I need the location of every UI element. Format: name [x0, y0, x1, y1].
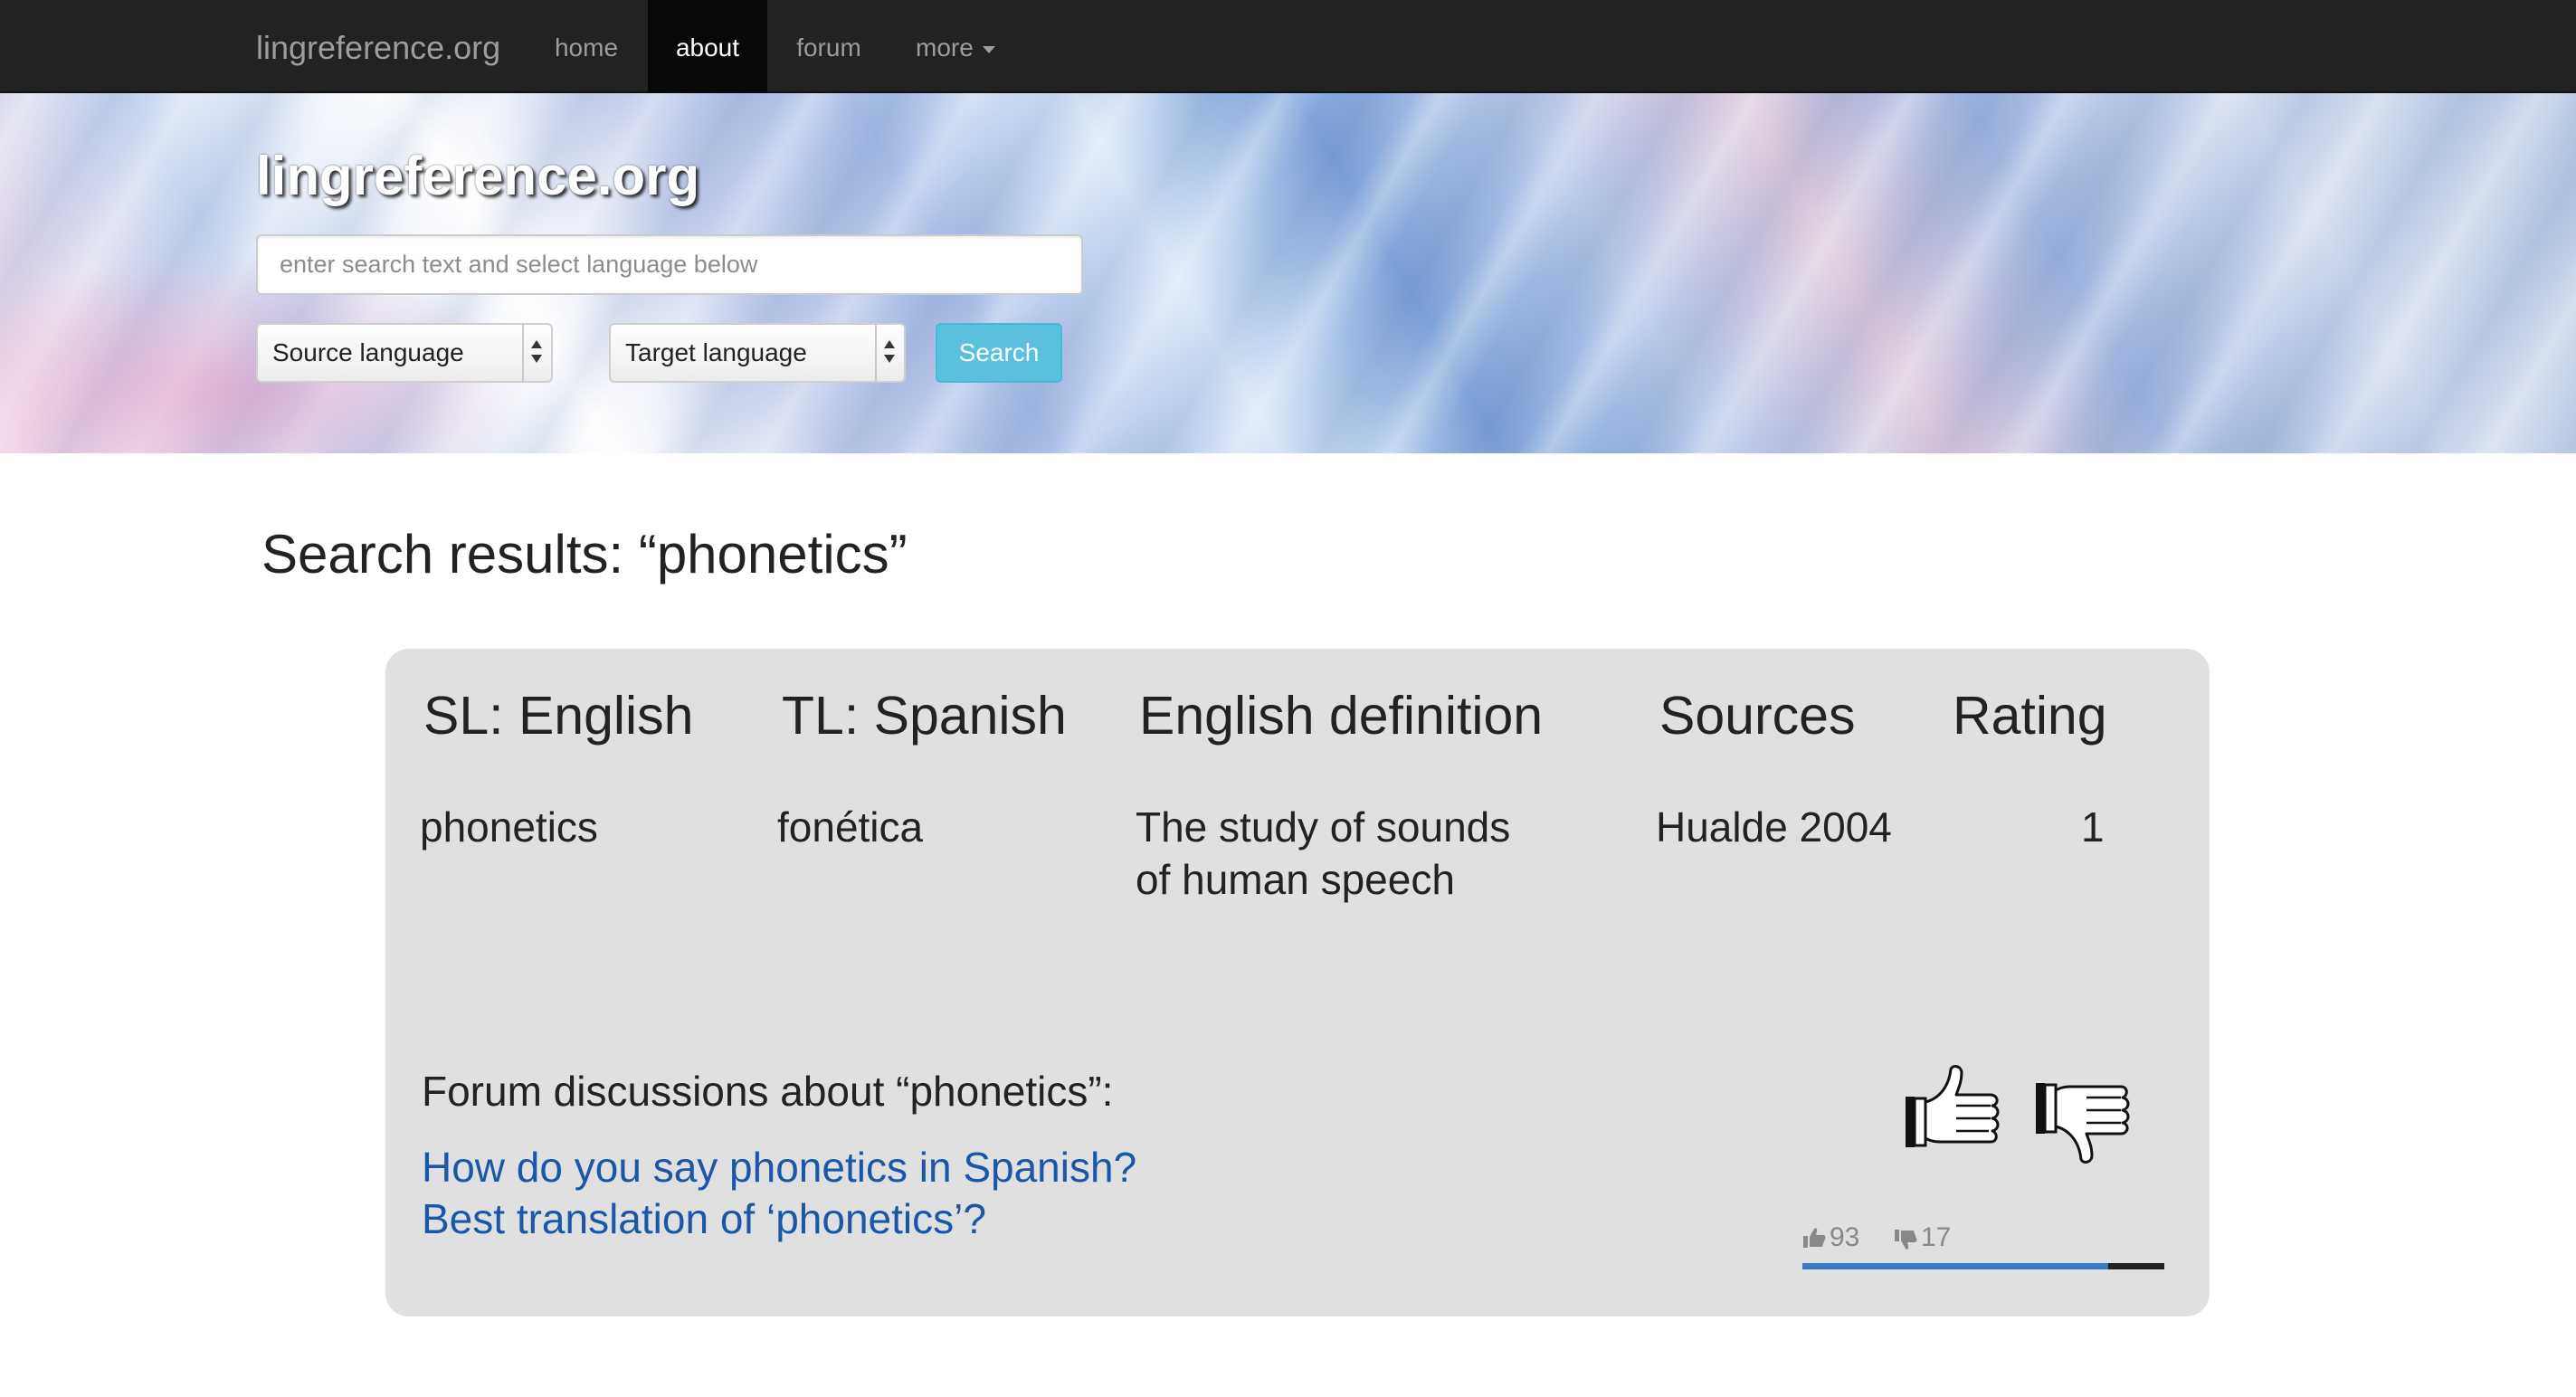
- header-rating: Rating: [1953, 686, 2107, 746]
- nav-about[interactable]: about: [648, 0, 767, 93]
- thumbs-up-icon[interactable]: [1904, 1062, 2008, 1153]
- forum-heading: Forum discussions about “phonetics”:: [422, 1068, 1114, 1115]
- results-title: Search results: “phonetics”: [261, 524, 908, 584]
- small-thumbs-down-icon: [1895, 1230, 1917, 1250]
- cell-source-term: phonetics: [420, 803, 598, 851]
- cell-target-term: fonética: [777, 803, 924, 851]
- nav-more-dropdown[interactable]: more: [899, 0, 1017, 93]
- nav-home[interactable]: home: [533, 0, 640, 93]
- forum-link[interactable]: Best translation of ‘phonetics’?: [422, 1194, 986, 1243]
- vote-ratio-fill: [1802, 1263, 2108, 1269]
- select-divider: [522, 325, 524, 381]
- vote-ratio-bar: [1802, 1263, 2164, 1269]
- downvote-value: 17: [1921, 1222, 1952, 1252]
- nav-forum[interactable]: forum: [776, 0, 881, 93]
- header-definition: English definition: [1139, 686, 1544, 746]
- definition-line: The study of sounds: [1136, 803, 1511, 851]
- hero-title: lingreference.org: [256, 146, 700, 206]
- cell-sources: Hualde 2004: [1656, 803, 1892, 851]
- header-source-language: SL: English: [423, 686, 694, 746]
- header-target-language: TL: Spanish: [782, 686, 1067, 746]
- select-arrows-icon: [884, 340, 897, 366]
- header-sources: Sources: [1659, 686, 1856, 746]
- navbar: lingreference.org home about forum more: [0, 0, 2576, 93]
- nav-more-label: more: [916, 33, 974, 62]
- select-divider: [875, 325, 877, 381]
- target-language-value: Target language: [625, 338, 807, 366]
- search-input[interactable]: [256, 234, 1083, 295]
- source-language-select[interactable]: Source language: [256, 323, 553, 383]
- cell-definition: The study of sounds of human speech: [1136, 801, 1510, 906]
- upvote-value: 93: [1830, 1222, 1860, 1252]
- forum-link[interactable]: How do you say phonetics in Spanish?: [422, 1143, 1136, 1192]
- thumbs-down-icon[interactable]: [2034, 1076, 2138, 1166]
- cell-rating: 1: [2081, 803, 2105, 851]
- search-button[interactable]: Search: [936, 323, 1062, 383]
- caret-down-icon: [982, 45, 995, 53]
- brand-link[interactable]: lingreference.org: [256, 0, 500, 93]
- definition-line: of human speech: [1136, 856, 1455, 903]
- upvote-count: 93: [1802, 1222, 1859, 1253]
- select-arrows-icon: [531, 340, 544, 366]
- downvote-count: 17: [1894, 1222, 1951, 1253]
- small-thumbs-up-icon: [1803, 1228, 1826, 1248]
- target-language-select[interactable]: Target language: [609, 323, 906, 383]
- source-language-value: Source language: [272, 338, 464, 366]
- result-card: SL: English TL: Spanish English definiti…: [385, 649, 2210, 1316]
